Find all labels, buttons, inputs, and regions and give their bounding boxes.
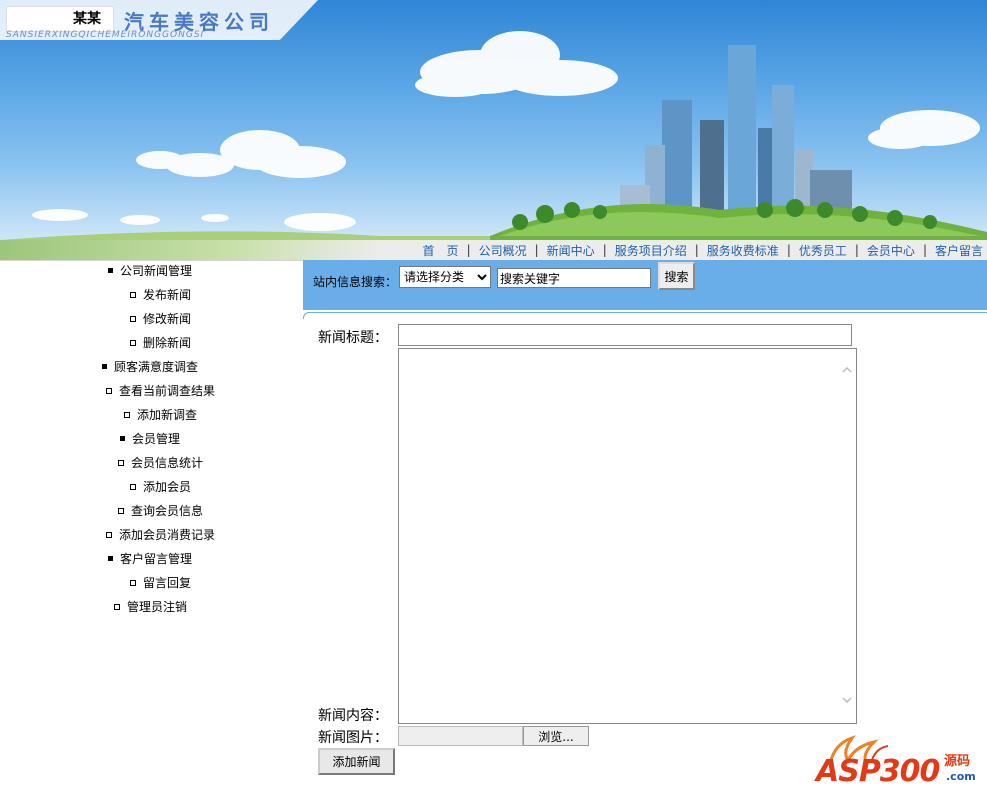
nav-guestbook[interactable]: 客户留言 (935, 242, 983, 259)
sidebar-item-add-survey[interactable]: 添加新调查 (124, 403, 197, 427)
sidebar-item-label: 查看当前调查结果 (119, 384, 216, 398)
main-nav: 首 页 | 公司概况 | 新闻中心 | 服务项目介绍 | 服务收费标准 | 优秀… (0, 240, 987, 261)
nav-separator: | (922, 243, 927, 257)
nav-company-overview[interactable]: 公司概况 (479, 242, 527, 259)
nav-links: 首 页 | 公司概况 | 新闻中心 | 服务项目介绍 | 服务收费标准 | 优秀… (423, 240, 983, 260)
bullet-hollow-icon (130, 315, 136, 322)
nav-home[interactable]: 首 页 (423, 242, 459, 259)
sidebar-item-add-member[interactable]: 添加会员 (130, 475, 191, 499)
sidebar-item-add-consumption[interactable]: 添加会员消费记录 (106, 523, 215, 547)
bullet-hollow-icon (130, 483, 136, 490)
search-button[interactable]: 搜索 (658, 262, 695, 290)
bullet-hollow-icon (130, 291, 136, 298)
sidebar-item-query-member[interactable]: 查询会员信息 (118, 499, 203, 523)
sidebar-item-delete-news[interactable]: 删除新闻 (130, 331, 191, 355)
bullet-hollow-icon (106, 387, 112, 394)
bullet-hollow-icon (130, 339, 136, 346)
sidebar-item-label: 删除新闻 (143, 336, 192, 350)
nav-grass-fade (0, 240, 380, 260)
bullet-filled-icon (108, 556, 113, 561)
bullet-hollow-icon (106, 531, 112, 538)
nav-staff[interactable]: 优秀员工 (799, 242, 847, 259)
bullet-hollow-icon (118, 507, 124, 514)
sidebar-item-member-stats[interactable]: 会员信息统计 (118, 451, 203, 475)
sidebar-item-member-management[interactable]: 会员管理 (120, 427, 180, 451)
bullet-filled-icon (120, 436, 125, 441)
header-banner: 某某 汽车美容公司 SANSIERXINGQICHEMEIRONGGONGSI (0, 0, 987, 240)
news-content-textarea[interactable] (398, 348, 857, 724)
search-label: 站内信息搜索： (313, 275, 398, 289)
sidebar-item-label: 客户留言管理 (120, 552, 193, 566)
form-border (303, 312, 987, 319)
nav-separator: | (786, 243, 791, 257)
sidebar-item-label: 管理员注销 (127, 600, 188, 614)
admin-sidebar: 公司新闻管理 发布新闻 修改新闻 删除新闻 顾客满意度调查 查看当前调查结果 添… (0, 260, 300, 680)
bullet-hollow-icon (124, 411, 130, 418)
sidebar-item-label: 会员信息统计 (131, 456, 204, 470)
add-news-button[interactable]: 添加新闻 (318, 748, 395, 775)
asp300-watermark: ASP300 源码 .com (812, 734, 987, 790)
bullet-filled-icon (108, 268, 113, 273)
scroll-up-icon[interactable] (841, 364, 853, 376)
company-pinyin: SANSIERXINGQICHEMEIRONGGONGSI (6, 30, 205, 40)
nav-separator: | (534, 243, 539, 257)
image-file-path-field[interactable] (398, 726, 523, 746)
sidebar-item-label: 添加会员 (143, 480, 192, 494)
sidebar-item-publish-news[interactable]: 发布新闻 (130, 283, 191, 307)
nav-news-center[interactable]: 新闻中心 (547, 242, 595, 259)
browse-button[interactable]: 浏览... (523, 726, 589, 746)
scroll-down-icon[interactable] (841, 694, 853, 706)
nav-pricing[interactable]: 服务收费标准 (707, 242, 779, 259)
nav-services[interactable]: 服务项目介绍 (615, 242, 687, 259)
company-short-name: 某某 (6, 6, 114, 32)
sidebar-item-label: 顾客满意度调查 (114, 360, 199, 374)
bullet-hollow-icon (118, 459, 124, 466)
add-news-form: 新闻标题： 新闻内容： 新闻图片： 浏览... 添加新闻 (303, 312, 987, 790)
sidebar-item-news-management[interactable]: 公司新闻管理 (108, 259, 192, 283)
sidebar-item-label: 添加新调查 (137, 408, 198, 422)
nav-member-center[interactable]: 会员中心 (867, 242, 915, 259)
news-content-label: 新闻内容： (318, 708, 388, 724)
sidebar-item-label: 会员管理 (132, 432, 181, 446)
watermark-domain: .com (946, 770, 976, 783)
sidebar-item-survey-results[interactable]: 查看当前调查结果 (106, 379, 215, 403)
sidebar-item-label: 留言回复 (143, 576, 192, 590)
sidebar-item-reply-message[interactable]: 留言回复 (130, 571, 191, 595)
sidebar-item-label: 查询会员信息 (131, 504, 204, 518)
sidebar-item-satisfaction-survey[interactable]: 顾客满意度调查 (102, 355, 198, 379)
nav-separator: | (466, 243, 471, 257)
nav-separator: | (694, 243, 699, 257)
category-select[interactable]: 请选择分类 (399, 266, 491, 288)
sidebar-item-guestbook-management[interactable]: 客户留言管理 (108, 547, 192, 571)
bullet-hollow-icon (114, 603, 120, 610)
news-title-label: 新闻标题： (318, 330, 388, 346)
news-title-input[interactable] (398, 324, 852, 346)
sidebar-item-edit-news[interactable]: 修改新闻 (130, 307, 191, 331)
sidebar-item-label: 公司新闻管理 (120, 264, 193, 278)
bullet-filled-icon (102, 364, 107, 369)
bullet-hollow-icon (130, 579, 136, 586)
watermark-sub: 源码 (944, 754, 971, 769)
sidebar-item-logout[interactable]: 管理员注销 (114, 595, 187, 619)
nav-separator: | (602, 243, 607, 257)
news-image-label: 新闻图片： (318, 730, 388, 746)
sidebar-item-label: 发布新闻 (143, 288, 192, 302)
sidebar-item-label: 添加会员消费记录 (119, 528, 216, 542)
watermark-brand: ASP300 (816, 754, 940, 789)
sidebar-item-label: 修改新闻 (143, 312, 192, 326)
site-search-bar: 站内信息搜索： 请选择分类 搜索 (303, 260, 987, 310)
keyword-input[interactable] (497, 268, 651, 288)
nav-separator: | (854, 243, 859, 257)
